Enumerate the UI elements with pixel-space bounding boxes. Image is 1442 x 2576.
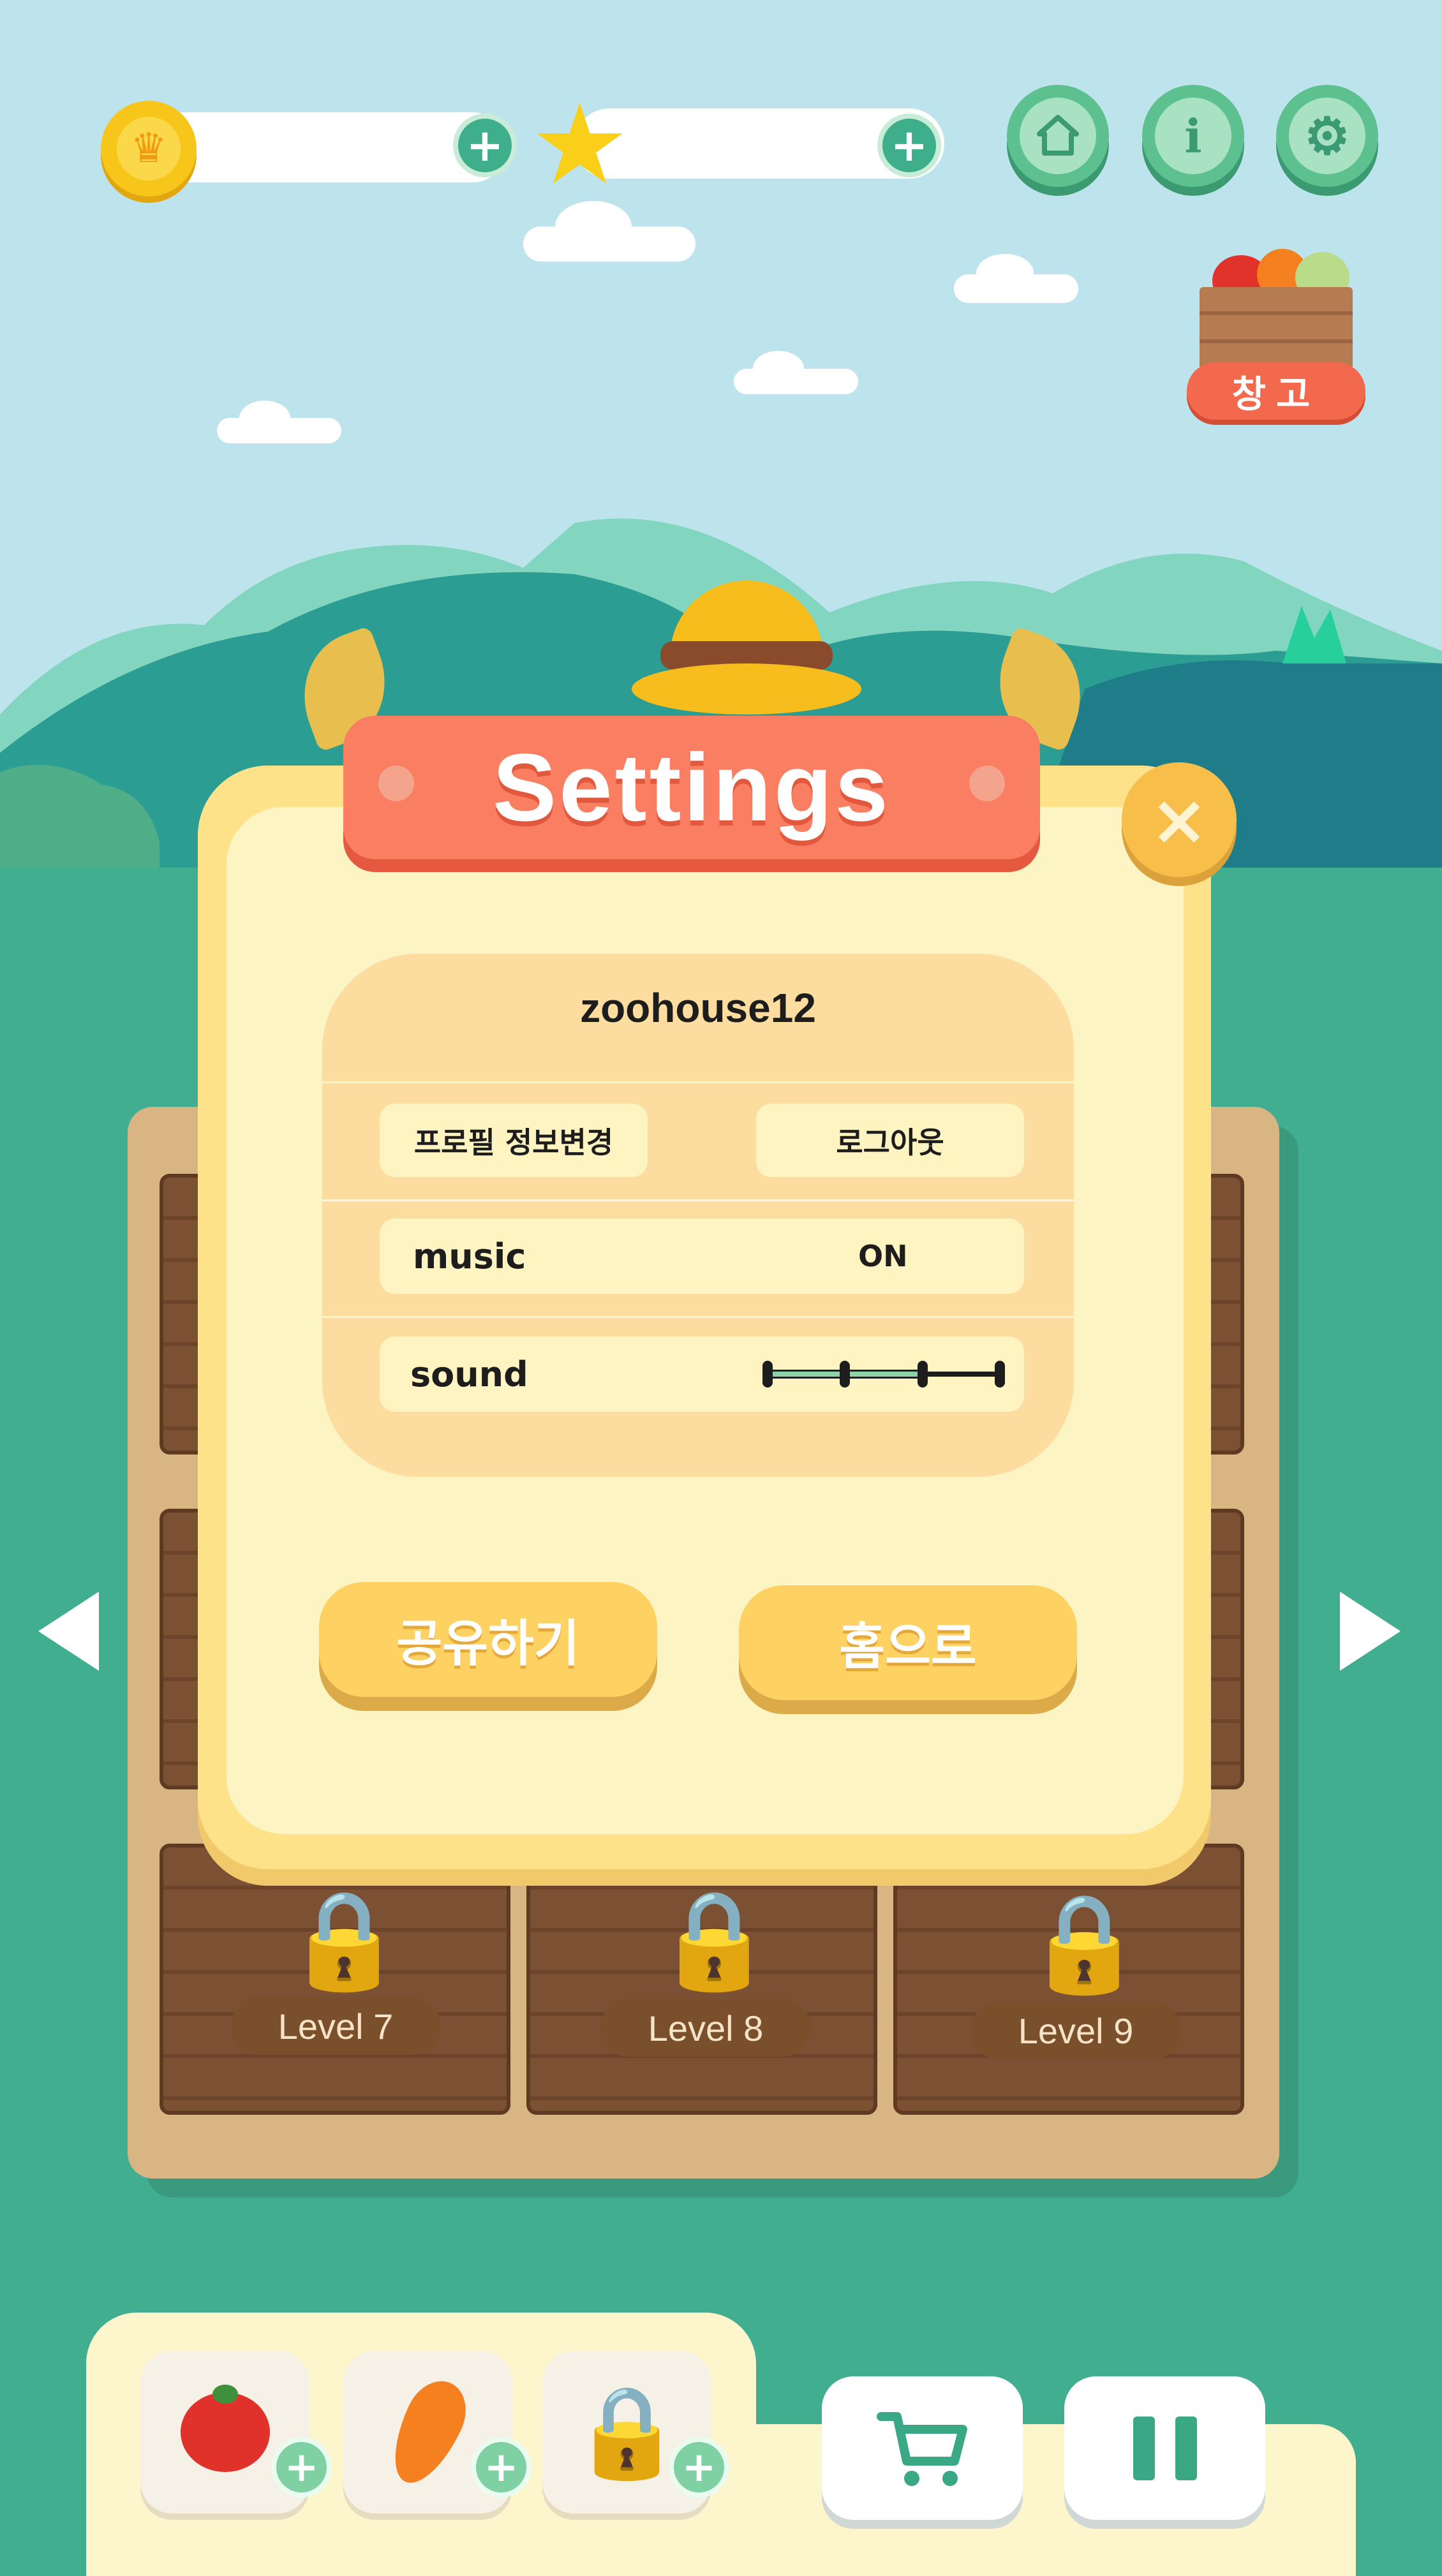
cloud	[976, 254, 1034, 292]
edit-profile-button[interactable]: 프로필 정보변경	[380, 1104, 648, 1177]
next-page-button[interactable]	[1334, 1592, 1404, 1675]
lock-icon: 🔒	[285, 1884, 404, 1995]
level-9-plot[interactable]: 🔒 Level 9	[893, 1844, 1244, 2115]
crown-coin-icon: ♛	[101, 101, 197, 196]
sound-row: sound	[380, 1336, 1024, 1412]
divider	[322, 1081, 1074, 1083]
sound-label: sound	[410, 1354, 528, 1395]
sound-slider[interactable]	[762, 1361, 1005, 1388]
prev-page-button[interactable]	[35, 1592, 105, 1675]
add-carrot-button[interactable]: +	[471, 2437, 531, 2498]
level-7-plot[interactable]: 🔒 Level 7	[160, 1844, 510, 2115]
level-label: Level 7	[230, 1997, 441, 2055]
slider-tick	[762, 1361, 773, 1388]
shop-button[interactable]	[822, 2376, 1023, 2520]
music-toggle[interactable]: ON	[858, 1239, 908, 1273]
lock-icon: 🔒	[655, 1884, 774, 1995]
info-button[interactable]: i	[1142, 85, 1244, 187]
slider-handle[interactable]	[918, 1361, 928, 1388]
settings-title-banner: Settings	[343, 716, 1040, 859]
level-8-plot[interactable]: 🔒 Level 8	[526, 1844, 877, 2115]
info-icon: i	[1155, 98, 1231, 174]
add-tomato-button[interactable]: +	[271, 2437, 332, 2498]
home-button-modal[interactable]: 홈으로	[739, 1585, 1077, 1700]
slider-tick	[840, 1361, 850, 1388]
storage-label: 창고	[1187, 362, 1365, 420]
storage-button[interactable]: 창고	[1187, 242, 1365, 427]
pause-button[interactable]	[1064, 2376, 1265, 2520]
settings-button[interactable]: ⚙	[1276, 85, 1378, 187]
carrot-icon	[378, 2371, 477, 2494]
banner-rivet	[378, 766, 414, 801]
close-button[interactable]: ×	[1122, 762, 1237, 877]
cloud	[753, 351, 804, 386]
tomato-icon	[180, 2385, 270, 2472]
add-stars-button[interactable]: +	[877, 114, 941, 177]
share-button[interactable]: 공유하기	[319, 1582, 657, 1697]
home-button[interactable]	[1007, 85, 1109, 187]
logout-button[interactable]: 로그아웃	[756, 1104, 1024, 1177]
music-row: music ON	[380, 1218, 1024, 1294]
add-coins-button[interactable]: +	[453, 114, 517, 177]
banner-rivet	[969, 766, 1005, 801]
settings-title: Settings	[493, 734, 891, 841]
left-arrow-icon	[38, 1592, 99, 1671]
add-slot-button[interactable]: +	[669, 2437, 729, 2498]
cloud	[239, 401, 290, 436]
gear-icon: ⚙	[1304, 106, 1350, 166]
lock-icon: 🔒	[571, 2380, 683, 2484]
star-icon: ★	[530, 80, 630, 210]
close-icon: ×	[1149, 779, 1209, 861]
pause-icon	[1133, 2416, 1197, 2480]
lock-icon: 🔒	[1025, 1888, 1144, 1999]
account-panel: zoohouse12 프로필 정보변경 로그아웃 music ON sound	[322, 954, 1074, 1477]
music-label: music	[413, 1236, 526, 1277]
divider	[322, 1199, 1074, 1201]
farmer-hat	[632, 581, 861, 727]
level-label: Level 8	[600, 1999, 811, 2057]
cart-icon	[876, 2411, 967, 2486]
right-arrow-icon	[1340, 1592, 1401, 1671]
divider	[322, 1316, 1074, 1318]
username: zoohouse12	[580, 985, 816, 1031]
level-label: Level 9	[970, 2002, 1181, 2059]
crate-icon	[1200, 287, 1353, 370]
slider-tick	[995, 1361, 1005, 1388]
home-icon	[1037, 115, 1079, 156]
